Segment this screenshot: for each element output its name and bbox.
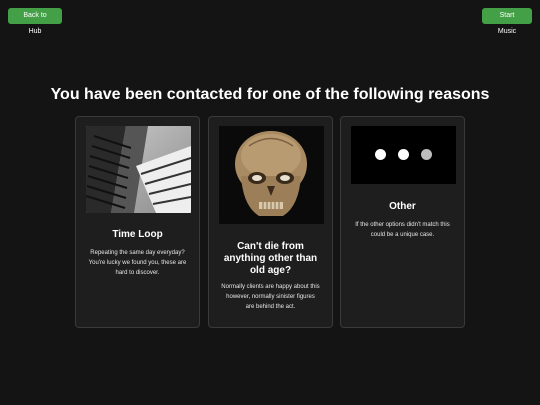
dot-icon [421, 149, 432, 160]
page-title: You have been contacted for one of the f… [50, 86, 490, 103]
card-description: If the other options didn't match this c… [355, 222, 450, 238]
card-description: Repeating the same day everyday? You're … [88, 250, 187, 276]
card-description: Normally clients are happy about this ho… [221, 284, 320, 310]
staircase-image [86, 126, 191, 213]
start-music-button[interactable]: Start Music [482, 8, 532, 35]
skull-image [219, 126, 324, 224]
card-title: Time Loop [112, 229, 163, 240]
reason-card-immortality[interactable]: Can't die from anything other than old a… [208, 116, 333, 328]
card-title: Can't die from anything other than old a… [223, 241, 318, 276]
back-to-hub-button[interactable]: Back to Hub [8, 8, 62, 35]
card-title: Other [389, 201, 416, 212]
dot-icon [398, 149, 409, 160]
reason-card-time-loop[interactable]: Time Loop Repeating the same day everyda… [75, 116, 200, 328]
ellipsis-image [351, 126, 456, 184]
dot-icon [375, 149, 386, 160]
reason-card-other[interactable]: Other If the other options didn't match … [340, 116, 465, 328]
